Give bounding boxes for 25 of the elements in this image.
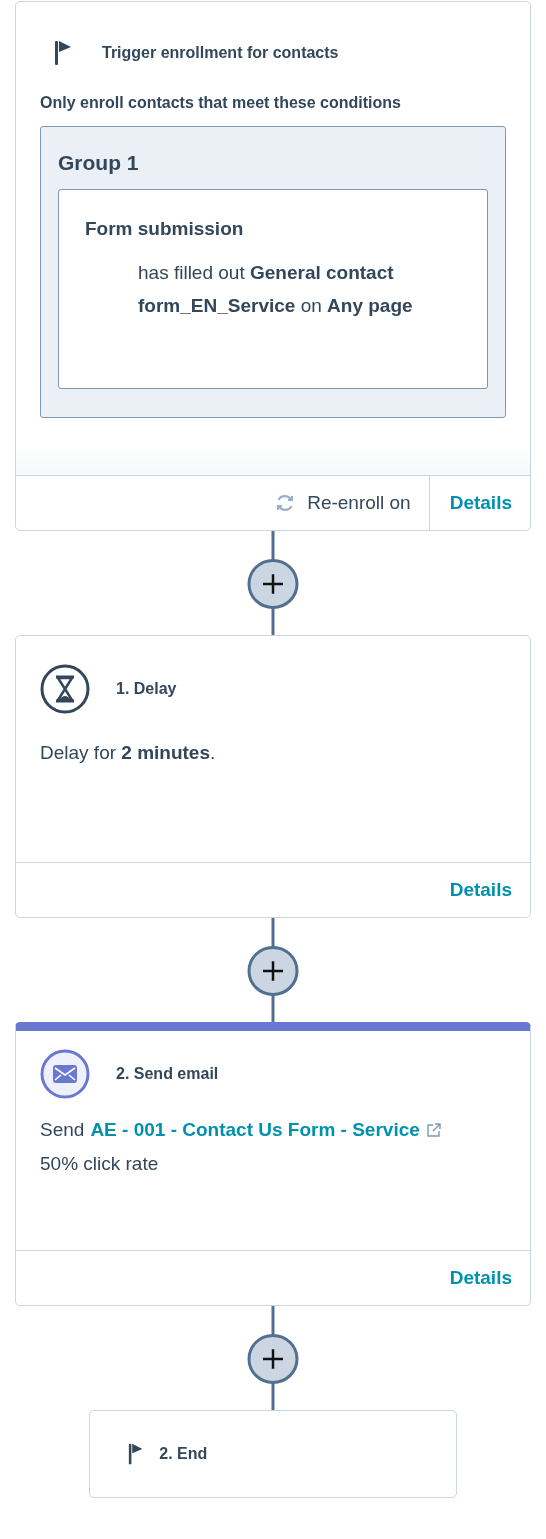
add-step-drawing[interactable]	[247, 1306, 299, 1410]
refresh-icon	[275, 493, 296, 513]
add-step-drawing[interactable]	[247, 918, 299, 1022]
reenroll-status: Re-enroll on	[307, 492, 411, 514]
add-step-drawing[interactable]	[247, 531, 299, 635]
external-link-icon[interactable]	[425, 1122, 441, 1138]
email-link[interactable]: AE - 001 - Contact Us Form - Service	[90, 1119, 420, 1141]
hourglass-icon	[40, 664, 90, 714]
details-link[interactable]: Details	[428, 476, 530, 530]
condition-text: has filled out General contact form_EN_Service on Any page	[137, 261, 414, 318]
condition-title: Form submission	[85, 218, 245, 240]
trigger-title: Trigger enrollment for contacts	[102, 44, 339, 62]
send-label: Send	[40, 1119, 85, 1141]
step-title: 1. Delay	[116, 680, 177, 698]
delay-text: Delay for 2 minutes.	[40, 741, 217, 765]
flag-icon	[128, 1442, 144, 1466]
click-rate: 50% click rate	[40, 1153, 160, 1175]
envelope-icon	[40, 1049, 90, 1099]
end-title: 2. End	[159, 1445, 208, 1463]
group-title: Group 1	[58, 151, 140, 175]
step-title: 2. Send email	[116, 1065, 219, 1083]
details-link[interactable]: Details	[429, 1251, 530, 1305]
conditions-label: Only enroll contacts that meet these conditions	[40, 94, 402, 112]
details-link[interactable]: Details	[429, 863, 530, 917]
flag-icon	[54, 40, 72, 66]
